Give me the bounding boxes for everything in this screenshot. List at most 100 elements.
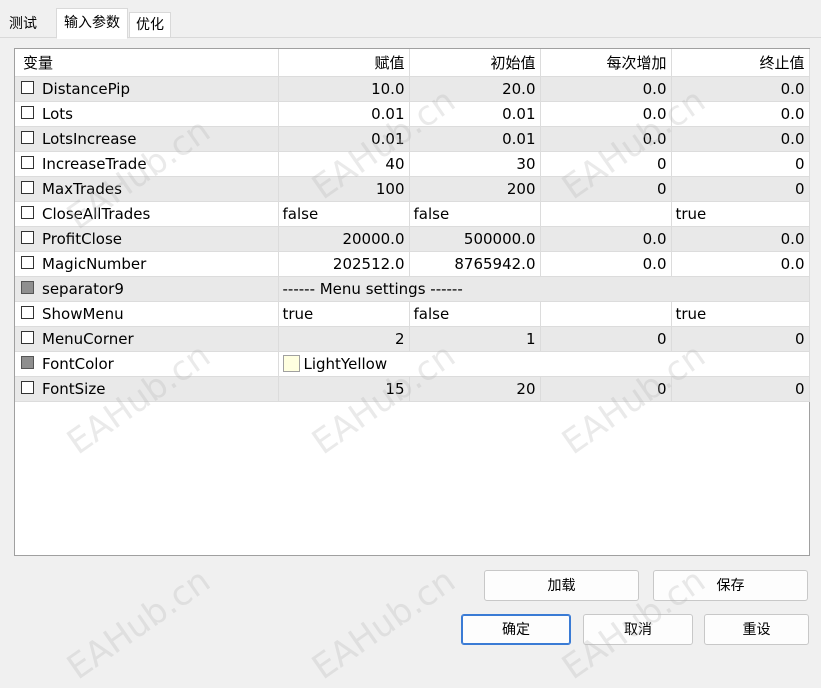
column-header-start[interactable]: 初始值	[409, 49, 541, 77]
param-name: ProfitClose	[42, 230, 122, 248]
optimize-checkbox[interactable]	[21, 181, 34, 194]
param-start[interactable]: 8765942.0	[409, 251, 541, 277]
optimize-checkbox[interactable]	[21, 206, 34, 219]
param-stop[interactable]: 0.0	[671, 226, 810, 252]
param-name: ShowMenu	[42, 305, 124, 323]
param-stop[interactable]: 0	[671, 151, 810, 177]
tab-input-params[interactable]: 输入参数	[56, 8, 128, 39]
table-row[interactable]: MagicNumber 202512.0 8765942.0 0.0 0.0	[15, 251, 810, 277]
color-swatch[interactable]	[282, 355, 300, 372]
optimize-checkbox[interactable]	[21, 106, 34, 119]
param-value[interactable]: false	[278, 201, 410, 227]
param-step[interactable]: 0.0	[540, 101, 672, 127]
optimize-checkbox[interactable]	[21, 306, 34, 319]
param-name: LotsIncrease	[42, 130, 137, 148]
color-name: LightYellow	[303, 355, 388, 373]
param-stop[interactable]: 0.0	[671, 76, 810, 102]
param-stop[interactable]: true	[671, 301, 810, 327]
optimize-checkbox[interactable]	[21, 131, 34, 144]
tab-test[interactable]: 测试	[3, 12, 43, 36]
param-start[interactable]: 20.0	[409, 76, 541, 102]
optimize-checkbox[interactable]	[21, 331, 34, 344]
param-start[interactable]: 500000.0	[409, 226, 541, 252]
parameters-grid: 变量 赋值 初始值 每次增加 终止值 DistancePip 10.0 20.0…	[14, 48, 810, 556]
param-stop[interactable]: 0	[671, 326, 810, 352]
param-stop[interactable]: 0	[671, 376, 810, 402]
param-start[interactable]: 30	[409, 151, 541, 177]
table-row[interactable]: Lots 0.01 0.01 0.0 0.0	[15, 101, 810, 127]
param-stop[interactable]: 0.0	[671, 101, 810, 127]
param-value[interactable]: 40	[278, 151, 410, 177]
optimize-checkbox[interactable]	[21, 256, 34, 269]
table-row-separator[interactable]: separator9 ------ Menu settings ------	[15, 276, 810, 302]
table-row[interactable]: ProfitClose 20000.0 500000.0 0.0 0.0	[15, 226, 810, 252]
param-step[interactable]: 0	[540, 326, 672, 352]
param-name: MagicNumber	[42, 255, 147, 273]
param-step[interactable]	[540, 301, 672, 327]
param-start[interactable]: 0.01	[409, 101, 541, 127]
table-row[interactable]: LotsIncrease 0.01 0.01 0.0 0.0	[15, 126, 810, 152]
param-step[interactable]: 0.0	[540, 226, 672, 252]
param-value-color[interactable]: LightYellow	[278, 351, 810, 377]
param-value[interactable]: 2	[278, 326, 410, 352]
param-start[interactable]: false	[409, 201, 541, 227]
param-stop[interactable]: 0	[671, 176, 810, 202]
optimize-checkbox[interactable]	[21, 81, 34, 94]
column-header-step[interactable]: 每次增加	[540, 49, 672, 77]
cancel-button[interactable]: 取消	[583, 614, 693, 645]
param-value[interactable]: 20000.0	[278, 226, 410, 252]
param-name: Lots	[42, 105, 73, 123]
optimize-checkbox[interactable]	[21, 156, 34, 169]
column-header-value[interactable]: 赋值	[278, 49, 410, 77]
param-value[interactable]: true	[278, 301, 410, 327]
param-value[interactable]: 0.01	[278, 101, 410, 127]
param-step[interactable]: 0.0	[540, 126, 672, 152]
param-value[interactable]: 0.01	[278, 126, 410, 152]
param-step[interactable]: 0	[540, 176, 672, 202]
param-name: IncreaseTrade	[42, 155, 147, 173]
table-row[interactable]: FontSize 15 20 0 0	[15, 376, 810, 402]
param-value[interactable]: 10.0	[278, 76, 410, 102]
table-row[interactable]: IncreaseTrade 40 30 0 0	[15, 151, 810, 177]
param-stop[interactable]: 0.0	[671, 251, 810, 277]
param-name: CloseAllTrades	[42, 205, 151, 223]
param-start[interactable]: 20	[409, 376, 541, 402]
param-step[interactable]: 0.0	[540, 76, 672, 102]
table-row[interactable]: MaxTrades 100 200 0 0	[15, 176, 810, 202]
param-step[interactable]	[540, 201, 672, 227]
parameters-table: 变量 赋值 初始值 每次增加 终止值 DistancePip 10.0 20.0…	[15, 49, 810, 402]
column-header-stop[interactable]: 终止值	[671, 49, 810, 77]
table-row[interactable]: CloseAllTrades false false true	[15, 201, 810, 227]
optimize-checkbox[interactable]	[21, 231, 34, 244]
param-name: FontSize	[42, 380, 106, 398]
save-button[interactable]: 保存	[653, 570, 808, 601]
column-header-name[interactable]: 变量	[15, 49, 279, 77]
tab-bar: 测试 输入参数 优化	[0, 0, 821, 39]
param-start[interactable]: 0.01	[409, 126, 541, 152]
table-row[interactable]: ShowMenu true false true	[15, 301, 810, 327]
optimize-checkbox-disabled	[21, 281, 34, 294]
param-start[interactable]: 1	[409, 326, 541, 352]
param-step[interactable]: 0.0	[540, 251, 672, 277]
separator-label: ------ Menu settings ------	[278, 276, 810, 302]
tab-optimize[interactable]: 优化	[129, 12, 171, 37]
param-value[interactable]: 15	[278, 376, 410, 402]
table-row[interactable]: MenuCorner 2 1 0 0	[15, 326, 810, 352]
param-step[interactable]: 0	[540, 376, 672, 402]
table-row[interactable]: FontColor LightYellow	[15, 351, 810, 377]
param-name: MenuCorner	[42, 330, 134, 348]
param-start[interactable]: 200	[409, 176, 541, 202]
param-stop[interactable]: true	[671, 201, 810, 227]
load-button[interactable]: 加载	[484, 570, 639, 601]
param-value[interactable]: 202512.0	[278, 251, 410, 277]
ok-button[interactable]: 确定	[461, 614, 571, 645]
param-name: separator9	[42, 280, 124, 298]
optimize-checkbox[interactable]	[21, 381, 34, 394]
param-step[interactable]: 0	[540, 151, 672, 177]
optimize-checkbox-disabled	[21, 356, 34, 369]
param-start[interactable]: false	[409, 301, 541, 327]
table-row[interactable]: DistancePip 10.0 20.0 0.0 0.0	[15, 76, 810, 102]
param-value[interactable]: 100	[278, 176, 410, 202]
param-stop[interactable]: 0.0	[671, 126, 810, 152]
reset-button[interactable]: 重设	[704, 614, 809, 645]
